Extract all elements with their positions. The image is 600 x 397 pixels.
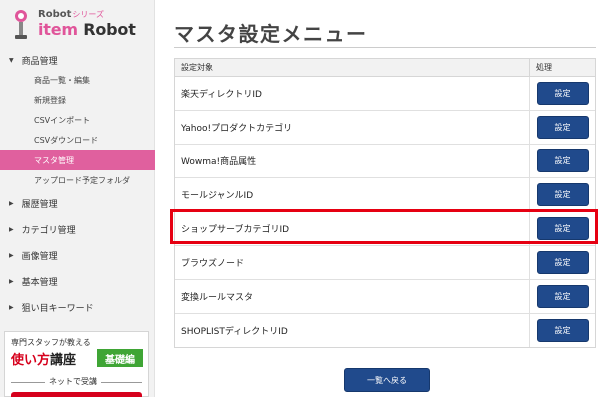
nav-item-new-register[interactable]: 新規登録: [0, 90, 155, 110]
table-row: ブラウズノード 設定: [175, 245, 595, 280]
logo[interactable]: Robotシリーズ item Robot: [8, 6, 148, 44]
nav-group-image[interactable]: ▶ 画像管理: [0, 242, 155, 268]
settings-button[interactable]: 設定: [536, 149, 589, 173]
banner-tag: 基礎編: [97, 349, 143, 367]
triangle-right-icon: ▶: [9, 277, 14, 285]
row-label: SHOPLISTディレクトリID: [181, 326, 288, 337]
table-row: モールジャンルID 設定: [175, 178, 595, 213]
nav-item-csv-import[interactable]: CSVインポート: [0, 110, 155, 130]
settings-button[interactable]: 設定: [536, 183, 589, 207]
settings-button[interactable]: 設定: [536, 250, 589, 274]
back-to-list-button[interactable]: 一覧へ戻る: [344, 368, 430, 392]
banner-bar: [11, 392, 142, 397]
table-row: 変換ルールマスタ 設定: [175, 279, 595, 314]
table-row: 楽天ディレクトリID 設定: [175, 77, 595, 111]
settings-button[interactable]: 設定: [536, 115, 589, 139]
nav-group-label: 画像管理: [21, 251, 58, 262]
nav-item-upload-folder[interactable]: アップロード予定フォルダ: [0, 170, 155, 190]
nav-group-label: 狙い目キーワード: [21, 303, 94, 314]
banner-caption: ネットで受講: [45, 376, 101, 387]
table-row: Yahoo!プロダクトカテゴリ 設定: [175, 110, 595, 145]
title-divider: [174, 47, 596, 48]
robot-logo-icon: [15, 10, 27, 39]
nav-group-product[interactable]: ▼ 商品管理: [0, 50, 155, 70]
nav-group-label: 商品管理: [21, 56, 58, 67]
settings-button[interactable]: 設定: [536, 81, 589, 105]
triangle-right-icon: ▶: [9, 303, 14, 311]
settings-button[interactable]: 設定: [536, 217, 589, 241]
triangle-right-icon: ▶: [9, 225, 14, 233]
sidebar: Robotシリーズ item Robot ▼ 商品管理 商品一覧・編集 新規登録 …: [0, 0, 155, 397]
triangle-right-icon: ▶: [9, 199, 14, 207]
nav-group-basic[interactable]: ▶ 基本管理: [0, 268, 155, 294]
table-row: Wowma!商品属性 設定: [175, 144, 595, 179]
row-label: 変換ルールマスタ: [181, 292, 254, 303]
nav-item-product-list[interactable]: 商品一覧・編集: [0, 70, 155, 90]
nav-item-csv-download[interactable]: CSVダウンロード: [0, 130, 155, 150]
banner-title: 使い方講座: [11, 353, 77, 368]
header-action: 処理: [529, 59, 595, 76]
tutorial-banner[interactable]: 専門スタッフが教える 使い方講座 基礎編 ネットで受講: [4, 331, 149, 397]
master-settings-table: 設定対象 処理 楽天ディレクトリID 設定 Yahoo!プロダクトカテゴリ 設定 W…: [174, 58, 596, 349]
triangle-down-icon: ▼: [9, 56, 14, 64]
header-target: 設定対象: [181, 63, 213, 72]
logo-product-name: item Robot: [38, 20, 136, 39]
table-row: SHOPLISTディレクトリID 設定: [175, 313, 595, 348]
row-label: Yahoo!プロダクトカテゴリ: [181, 123, 293, 134]
table-header: 設定対象 処理: [175, 59, 595, 77]
nav-group-label: 履歴管理: [21, 199, 58, 210]
nav-group-history[interactable]: ▶ 履歴管理: [0, 190, 155, 216]
nav-group-keyword[interactable]: ▶ 狙い目キーワード: [0, 294, 155, 320]
banner-subtitle: 専門スタッフが教える: [11, 338, 91, 347]
nav-group-label: 基本管理: [21, 277, 58, 288]
settings-button[interactable]: 設定: [536, 284, 589, 308]
settings-button[interactable]: 設定: [536, 318, 589, 342]
logo-brand: Robotシリーズ: [38, 9, 104, 20]
nav-group-category[interactable]: ▶ カテゴリ管理: [0, 216, 155, 242]
row-label: 楽天ディレクトリID: [181, 89, 262, 100]
page-title: マスタ設定メニュー: [174, 22, 368, 46]
triangle-right-icon: ▶: [9, 251, 14, 259]
sidebar-nav: ▼ 商品管理 商品一覧・編集 新規登録 CSVインポート CSVダウンロード マス…: [0, 50, 155, 320]
table-row: ショップサーブカテゴリID 設定: [175, 212, 595, 246]
nav-item-master-management[interactable]: マスタ管理: [0, 150, 155, 170]
nav-group-label: カテゴリ管理: [21, 225, 76, 236]
row-label: ブラウズノード: [181, 258, 245, 269]
row-label: モールジャンルID: [181, 191, 254, 202]
row-label: ショップサーブカテゴリID: [181, 225, 290, 236]
row-label: Wowma!商品属性: [181, 157, 257, 168]
